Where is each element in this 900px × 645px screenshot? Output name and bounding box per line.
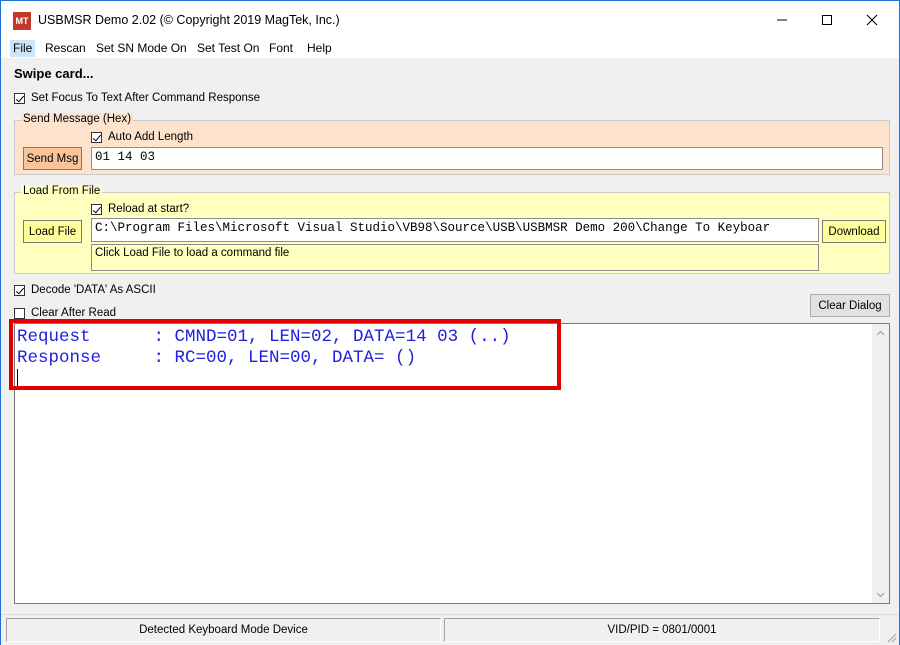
text-caret xyxy=(17,369,18,388)
load-from-file-legend: Load From File xyxy=(21,185,103,197)
scroll-up-arrow[interactable] xyxy=(872,324,889,341)
maximize-button[interactable] xyxy=(804,1,850,39)
command-file-path-input[interactable]: C:\Program Files\Microsoft Visual Studio… xyxy=(91,218,819,242)
menu-bar: File Rescan Set SN Mode On Set Test On F… xyxy=(1,39,899,58)
resize-grip-icon[interactable] xyxy=(885,631,897,643)
chevron-up-icon xyxy=(876,330,885,335)
app-window: MT USBMSR Demo 2.02 (© Copyright 2019 Ma… xyxy=(0,0,900,645)
close-icon xyxy=(866,14,878,26)
clear-dialog-button[interactable]: Clear Dialog xyxy=(810,294,890,317)
send-message-group: Send Message (Hex) Auto Add Length Send … xyxy=(14,113,890,175)
output-line-request: Request : CMND=01, LEN=02, DATA=14 03 (.… xyxy=(17,327,511,347)
status-bar: Detected Keyboard Mode Device VID/PID = … xyxy=(1,614,899,645)
title-bar: MT USBMSR Demo 2.02 (© Copyright 2019 Ma… xyxy=(1,1,899,39)
menu-rescan[interactable]: Rescan xyxy=(42,40,89,57)
vertical-scrollbar[interactable] xyxy=(872,324,889,603)
send-message-input[interactable]: 01 14 03 xyxy=(91,147,883,170)
output-textarea[interactable]: Request : CMND=01, LEN=02, DATA=14 03 (.… xyxy=(14,323,890,604)
set-focus-check-icon[interactable] xyxy=(14,92,25,104)
swipe-status-label: Swipe card... xyxy=(14,66,94,81)
minimize-button[interactable] xyxy=(759,1,805,39)
decode-ascii-checkbox[interactable]: Decode 'DATA' As ASCII xyxy=(14,284,156,296)
window-title: USBMSR Demo 2.02 (© Copyright 2019 MagTe… xyxy=(38,13,340,27)
decode-ascii-label: Decode 'DATA' As ASCII xyxy=(31,284,156,296)
load-file-button[interactable]: Load File xyxy=(23,220,82,243)
auto-add-length-label: Auto Add Length xyxy=(108,131,194,143)
load-from-file-group: Load From File Reload at start? Load Fil… xyxy=(14,185,890,274)
download-button[interactable]: Download xyxy=(822,220,886,243)
output-line-response: Response : RC=00, LEN=00, DATA= () xyxy=(17,348,417,368)
reload-at-start-check-icon[interactable] xyxy=(91,203,102,215)
clear-after-read-check-icon[interactable] xyxy=(14,307,25,319)
close-button[interactable] xyxy=(849,1,895,39)
menu-font[interactable]: Font xyxy=(266,40,296,57)
clear-after-read-checkbox[interactable]: Clear After Read xyxy=(14,307,116,319)
reload-at-start-label: Reload at start? xyxy=(108,203,190,215)
menu-help[interactable]: Help xyxy=(304,40,335,57)
scroll-down-arrow[interactable] xyxy=(872,586,889,603)
main-form: Swipe card... Set Focus To Text After Co… xyxy=(1,58,899,645)
magtek-app-icon[interactable]: MT xyxy=(13,12,31,30)
status-device-mode: Detected Keyboard Mode Device xyxy=(6,618,441,642)
auto-add-length-checkbox[interactable]: Auto Add Length xyxy=(91,131,193,143)
menu-set-test-on[interactable]: Set Test On xyxy=(194,40,262,57)
menu-file[interactable]: File xyxy=(10,40,36,57)
send-msg-button[interactable]: Send Msg xyxy=(23,147,82,170)
send-message-legend: Send Message (Hex) xyxy=(21,113,134,125)
status-vid-pid: VID/PID = 0801/0001 xyxy=(444,618,880,642)
chevron-down-icon xyxy=(876,592,885,597)
auto-add-length-check-icon[interactable] xyxy=(91,131,102,143)
menu-set-sn-mode-on[interactable]: Set SN Mode On xyxy=(93,40,190,57)
load-file-hint: Click Load File to load a command file xyxy=(91,244,819,271)
set-focus-checkbox[interactable]: Set Focus To Text After Command Response xyxy=(14,92,260,104)
minimize-icon xyxy=(777,19,787,21)
set-focus-label: Set Focus To Text After Command Response xyxy=(31,92,261,104)
reload-at-start-checkbox[interactable]: Reload at start? xyxy=(91,203,189,215)
decode-ascii-check-icon[interactable] xyxy=(14,284,25,296)
maximize-icon xyxy=(822,15,832,25)
clear-after-read-label: Clear After Read xyxy=(31,307,117,319)
